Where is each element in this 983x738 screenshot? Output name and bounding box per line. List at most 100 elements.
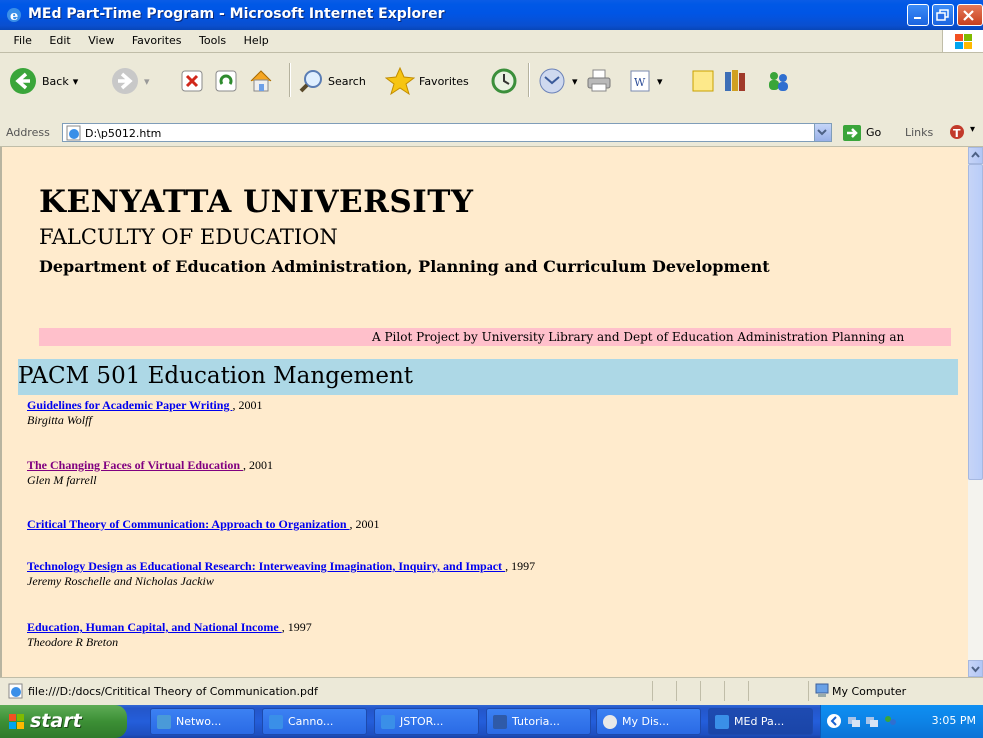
favorites-label: Favorites [419, 74, 469, 88]
refresh-icon [215, 70, 237, 92]
network-tray-icon[interactable] [865, 714, 879, 728]
note-icon [692, 70, 714, 92]
history-button[interactable] [490, 64, 518, 98]
taskbar-item[interactable]: Netwo... [150, 708, 255, 735]
search-icon [299, 70, 322, 93]
forward-button[interactable]: ▾ [110, 64, 150, 98]
history-icon [491, 68, 517, 94]
paper-link[interactable]: Technology Design as Educational Researc… [27, 559, 505, 573]
go-button[interactable]: Go [842, 123, 896, 142]
status-bar: file:///D:/docs/Crititical Theory of Com… [0, 677, 983, 705]
taskbar-item[interactable]: Canno... [262, 708, 367, 735]
favorites-button[interactable]: Favorites [385, 64, 469, 98]
taskbar: start Netwo... Canno... JSTOR... Tutoria… [0, 705, 983, 738]
taskbar-item-label: My Dis... [622, 715, 670, 728]
links-overflow-icon[interactable]: ▾ [970, 124, 975, 135]
taskbar-item-label: Netwo... [176, 715, 222, 728]
home-icon [250, 70, 272, 92]
title-bar: e MEd Part-Time Program - Microsoft Inte… [0, 0, 983, 30]
internet-explorer-icon [715, 715, 729, 729]
menu-edit[interactable]: Edit [42, 30, 77, 47]
start-label: start [30, 710, 82, 732]
clock: 3:05 PM [931, 714, 976, 727]
page-icon [66, 125, 81, 141]
paper-author: Jeremy Roschelle and Nicholas Jackiw [27, 574, 214, 588]
start-button[interactable]: start [0, 705, 127, 738]
paper-link[interactable]: Guidelines for Academic Paper Writing [27, 398, 232, 412]
list-item: Critical Theory of Communication: Approa… [27, 517, 380, 532]
minimize-button[interactable] [907, 4, 929, 26]
minimize-icon [914, 17, 921, 19]
stop-button[interactable] [180, 64, 204, 98]
menu-tools[interactable]: Tools [192, 30, 233, 47]
faculty-heading: FALCULTY OF EDUCATION [39, 225, 338, 249]
address-dropdown-button[interactable] [814, 124, 831, 141]
restore-button[interactable] [932, 4, 954, 26]
chevron-up-icon [971, 151, 980, 158]
edit-word-button[interactable]: W ▾ [627, 64, 663, 98]
taskbar-item-label: MEd Pa... [734, 715, 785, 728]
list-item: Guidelines for Academic Paper Writing , … [27, 398, 262, 428]
home-button[interactable] [248, 64, 274, 98]
print-icon [587, 69, 611, 92]
taskbar-item[interactable]: Tutoria... [486, 708, 591, 735]
refresh-button[interactable] [214, 64, 238, 98]
paper-link[interactable]: The Changing Faces of Virtual Education [27, 458, 243, 472]
forward-arrow-icon [112, 68, 138, 94]
menu-bar: File Edit View Favorites Tools Help [0, 30, 983, 53]
links-button[interactable]: Links [905, 126, 933, 139]
messenger-icon [769, 72, 788, 91]
internet-explorer-icon: e [7, 8, 21, 23]
toolbar: Back ▾ ▾ Search Favorites ▾ W ▾ [0, 53, 983, 122]
page-content: KENYATTA UNIVERSITY FALCULTY OF EDUCATIO… [0, 147, 968, 677]
svg-text:W: W [634, 76, 646, 89]
taskbar-item-active[interactable]: MEd Pa... [708, 708, 813, 735]
status-message: file:///D:/docs/Crititical Theory of Com… [28, 685, 318, 698]
paper-year: , 1997 [281, 620, 312, 634]
toolbar-extension-icon[interactable]: T [948, 123, 968, 143]
back-dropdown-icon[interactable]: ▾ [73, 75, 79, 88]
mail-icon [539, 68, 565, 94]
tray-collapse-icon[interactable] [826, 713, 842, 729]
mail-button[interactable]: ▾ [538, 64, 578, 98]
scroll-down-button[interactable] [968, 660, 983, 677]
research-button[interactable] [722, 64, 750, 98]
menu-help[interactable]: Help [237, 30, 276, 47]
edit-dropdown-icon[interactable]: ▾ [657, 75, 663, 88]
search-button[interactable]: Search [298, 64, 366, 98]
address-bar: Address D:\p5012.htm Go Links T ▾ [0, 120, 983, 147]
back-button[interactable]: Back ▾ [8, 64, 78, 98]
paper-link[interactable]: Education, Human Capital, and National I… [27, 620, 282, 634]
print-button[interactable] [585, 64, 613, 98]
restore-icon [936, 9, 949, 21]
list-item: Education, Human Capital, and National I… [27, 620, 312, 650]
taskbar-item[interactable]: JSTOR... [374, 708, 479, 735]
paper-year: , 1997 [505, 559, 536, 573]
paper-year: , 2001 [243, 458, 274, 472]
taskbar-item-label: Tutoria... [512, 715, 560, 728]
discuss-button[interactable] [690, 64, 716, 98]
forward-dropdown-icon[interactable]: ▾ [144, 75, 150, 88]
menu-view[interactable]: View [81, 30, 121, 47]
my-computer-icon [815, 683, 829, 697]
menu-file[interactable]: File [7, 30, 39, 47]
close-button[interactable] [957, 4, 983, 26]
network-tray-icon[interactable] [847, 714, 861, 728]
svg-text:T: T [953, 127, 961, 140]
messenger-button[interactable] [764, 64, 792, 98]
windows-flag-icon [9, 714, 24, 729]
course-title: PACM 501 Education Mangement [18, 363, 414, 389]
list-item: The Changing Faces of Virtual Education … [27, 458, 273, 488]
chevron-down-icon [817, 129, 827, 136]
vertical-scrollbar[interactable] [968, 147, 983, 677]
messenger-tray-icon[interactable] [883, 714, 897, 728]
taskbar-item[interactable]: My Dis... [596, 708, 701, 735]
paper-link[interactable]: Critical Theory of Communication: Approa… [27, 517, 350, 531]
disc-icon [603, 715, 617, 729]
search-label: Search [328, 74, 366, 88]
scroll-thumb[interactable] [968, 164, 983, 480]
scroll-up-button[interactable] [968, 147, 983, 164]
mail-dropdown-icon[interactable]: ▾ [572, 75, 578, 88]
address-input[interactable]: D:\p5012.htm [62, 123, 832, 142]
menu-favorites[interactable]: Favorites [125, 30, 189, 47]
